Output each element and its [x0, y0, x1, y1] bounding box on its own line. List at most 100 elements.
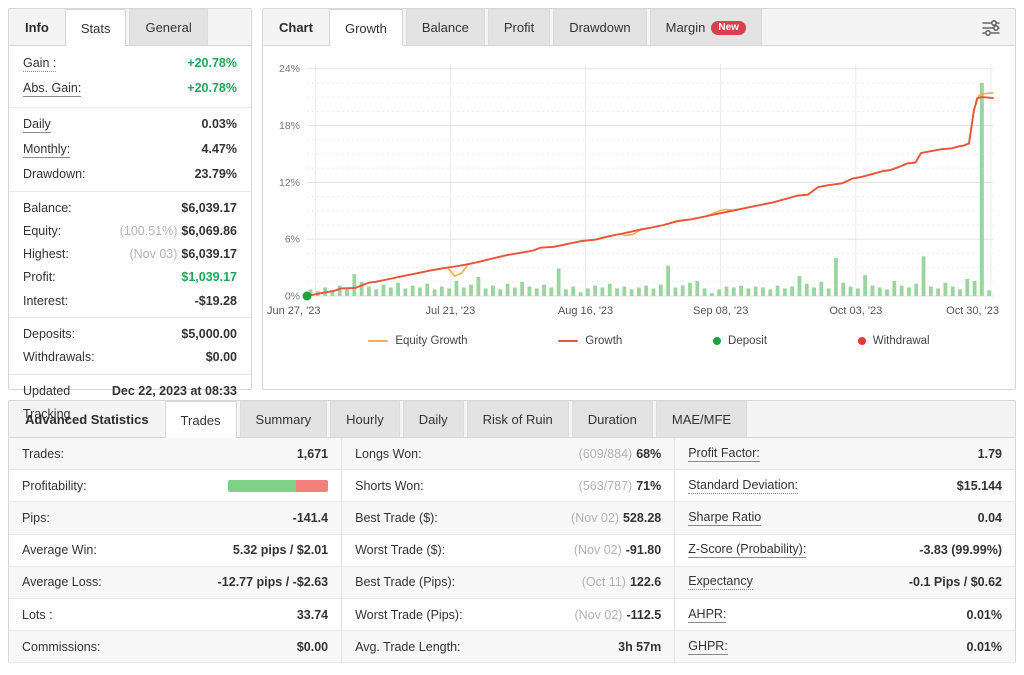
highest-label: Highest: — [23, 247, 69, 262]
row-best-trade-pips: Best Trade (Pips): (Oct 11) 122.6 — [342, 566, 675, 599]
stat-row-abs-gain: Abs. Gain: +20.78% — [9, 77, 251, 102]
statistics-grid: Trades: 1,671 Profitability: Pips: -141.4 … — [9, 438, 1015, 664]
equity-value: $6,069.86 — [181, 223, 237, 238]
row-worst-trade-pips: Worst Trade (Pips): (Nov 02) -112.5 — [342, 599, 675, 632]
tab-daily[interactable]: Daily — [402, 401, 464, 437]
row-expectancy: Expectancy -0.1 Pips / $0.62 — [675, 566, 1015, 599]
updated-label: Updated — [23, 383, 71, 398]
tab-stats[interactable]: Stats — [64, 9, 127, 46]
stat-row-drawdown: Drawdown: 23.79% — [9, 163, 251, 186]
profitability-win-segment — [228, 479, 297, 492]
balance-value: $6,039.17 — [181, 200, 237, 215]
svg-text:Jun 27, '23: Jun 27, '23 — [267, 305, 320, 317]
legend-growth[interactable]: Growth — [558, 335, 622, 347]
profitability-loss-segment — [296, 479, 329, 492]
tab-drawdown[interactable]: Drawdown — [553, 9, 647, 45]
tab-profit[interactable]: Profit — [487, 9, 551, 45]
row-trades: Trades: 1,671 — [9, 438, 342, 471]
svg-text:Sep 08, '23: Sep 08, '23 — [693, 305, 748, 317]
legend-equity-growth[interactable]: Equity Growth — [368, 335, 468, 347]
tab-hourly[interactable]: Hourly — [330, 401, 400, 437]
balance-label: Balance: — [23, 200, 72, 215]
deposits-value: $5,000.00 — [181, 327, 237, 342]
tab-chart[interactable]: Chart — [263, 9, 329, 45]
tab-summary[interactable]: Summary — [239, 401, 328, 437]
profit-value: $1,039.17 — [181, 270, 237, 285]
stat-row-highest: Highest: (Nov 03) $6,039.17 — [9, 243, 251, 266]
svg-text:Aug 16, '23: Aug 16, '23 — [558, 305, 613, 317]
daily-label[interactable]: Daily — [23, 117, 51, 133]
row-standard-deviation: Standard Deviation: $15.144 — [675, 470, 1015, 503]
svg-text:18%: 18% — [279, 120, 300, 132]
highest-value: $6,039.17 — [181, 247, 237, 262]
row-pips: Pips: -141.4 — [9, 502, 342, 535]
advanced-statistics-panel: Advanced Statistics Trades Summary Hourl… — [8, 400, 1016, 664]
svg-text:6%: 6% — [285, 234, 300, 246]
stat-row-withdrawals: Withdrawals: $0.00 — [9, 346, 251, 369]
statistics-col-3: Profit Factor: 1.79 Standard Deviation: $1… — [675, 438, 1015, 664]
stat-row-monthly: Monthly: 4.47% — [9, 137, 251, 162]
row-sharpe-ratio: Sharpe Ratio 0.04 — [675, 502, 1015, 535]
row-ahpr: AHPR: 0.01% — [675, 599, 1015, 632]
tab-risk-of-ruin[interactable]: Risk of Ruin — [466, 401, 569, 437]
tab-general[interactable]: General — [129, 9, 208, 45]
equity-label: Equity: — [23, 223, 62, 238]
account-stats-page: Info Stats General Gain : +20.78% Abs. G… — [0, 0, 1024, 675]
row-profit-factor: Profit Factor: 1.79 — [675, 438, 1015, 471]
stats-panel-tabbar: Info Stats General — [9, 9, 251, 46]
chart-tabbar: Chart Growth Balance Profit Drawdown Mar… — [263, 9, 1015, 46]
abs-gain-label[interactable]: Abs. Gain: — [23, 81, 82, 98]
growth-chart[interactable]: 0% 6% 12% 18% 24% Jun 27, '23 Jul 21, '23 Aug 1… — [263, 46, 1015, 325]
growth-line-swatch — [558, 340, 579, 342]
statistics-tabbar: Advanced Statistics Trades Summary Hourl… — [9, 401, 1015, 438]
abs-gain-value: +20.78% — [187, 81, 237, 96]
stat-row-profit: Profit: $1,039.17 — [9, 266, 251, 289]
chart-legend: Equity Growth Growth Deposit Withdrawal — [263, 325, 1015, 347]
row-shorts-won: Shorts Won: (563/787) 71% — [342, 470, 675, 503]
stat-row-balance: Balance: $6,039.17 — [9, 190, 251, 220]
svg-text:24%: 24% — [279, 63, 300, 75]
row-z-score: Z-Score (Probability): -3.83 (99.99%) — [675, 535, 1015, 567]
tab-duration[interactable]: Duration — [571, 401, 653, 437]
legend-deposit[interactable]: Deposit — [713, 335, 767, 347]
profit-label: Profit: — [23, 270, 56, 285]
tab-balance[interactable]: Balance — [405, 9, 485, 45]
drawdown-value: 23.79% — [194, 167, 237, 182]
tab-growth[interactable]: Growth — [328, 9, 403, 46]
stat-row-updated: Updated Dec 22, 2023 at 08:33 — [9, 373, 251, 403]
drawdown-label: Drawdown: — [23, 167, 86, 182]
svg-text:12%: 12% — [279, 177, 300, 189]
row-avg-trade-length: Avg. Trade Length: 3h 57m — [342, 631, 675, 664]
tab-margin[interactable]: Margin New — [649, 9, 762, 45]
deposit-dot-swatch — [713, 337, 722, 345]
equity-growth-line-swatch — [368, 340, 389, 342]
row-profitability: Profitability: — [9, 470, 342, 503]
tab-mae-mfe[interactable]: MAE/MFE — [655, 401, 748, 437]
growth-chart-svg[interactable]: 0% 6% 12% 18% 24% Jun 27, '23 Jul 21, '23 Aug 1… — [265, 52, 1001, 320]
gain-label[interactable]: Gain : — [23, 56, 57, 72]
statistics-col-1: Trades: 1,671 Profitability: Pips: -141.4 … — [9, 438, 343, 664]
row-worst-trade-usd: Worst Trade ($): (Nov 02) -91.80 — [342, 535, 675, 567]
row-average-loss: Average Loss: -12.77 pips / -$2.63 — [9, 566, 342, 599]
interest-value: -$19.28 — [194, 293, 237, 308]
statistics-col-2: Longs Won: (609/884) 68% Shorts Won: (563/7… — [342, 438, 676, 664]
top-row: Info Stats General Gain : +20.78% Abs. G… — [8, 8, 1016, 421]
stat-row-equity: Equity: (100.51%) $6,069.86 — [9, 219, 251, 242]
stat-row-interest: Interest: -$19.28 — [9, 289, 251, 312]
tab-info[interactable]: Info — [9, 9, 65, 45]
withdrawals-value: $0.00 — [205, 350, 237, 365]
svg-text:Jul 21, '23: Jul 21, '23 — [425, 305, 475, 317]
advanced-statistics-label: Advanced Statistics — [25, 411, 149, 427]
withdrawals-label: Withdrawals: — [23, 350, 95, 365]
svg-text:Oct 03, '23: Oct 03, '23 — [829, 305, 882, 317]
row-lots: Lots :33.74 — [9, 599, 342, 632]
chart-settings-button[interactable] — [967, 9, 1015, 45]
monthly-label[interactable]: Monthly: — [23, 142, 71, 158]
tab-trades[interactable]: Trades — [164, 401, 237, 438]
row-commissions: Commissions: $0.00 — [9, 631, 342, 664]
legend-withdrawal[interactable]: Withdrawal — [857, 335, 930, 347]
interest-label: Interest: — [23, 293, 69, 308]
highest-date: (Nov 03) — [129, 247, 178, 262]
stat-row-deposits: Deposits: $5,000.00 — [9, 317, 251, 346]
deposits-label: Deposits: — [23, 327, 76, 342]
